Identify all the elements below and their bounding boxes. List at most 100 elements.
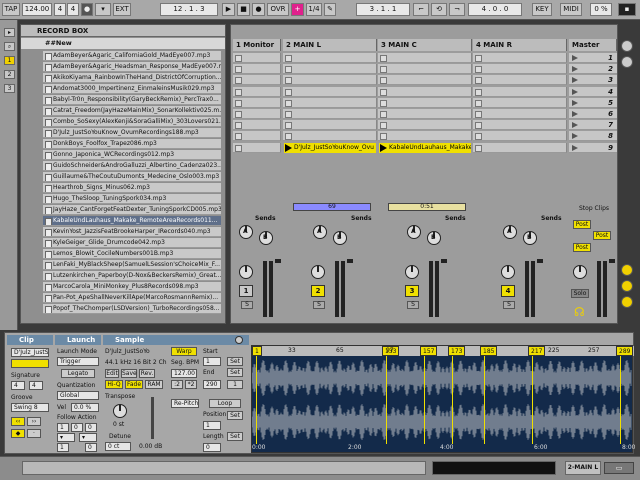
double-tempo-button[interactable]: *2 <box>185 380 197 389</box>
tempo-field[interactable]: 124.00 <box>22 3 52 16</box>
solo-button-4[interactable]: S <box>503 301 515 309</box>
clip-slot[interactable] <box>283 86 377 97</box>
launch-mode-select[interactable]: Trigger <box>57 357 99 366</box>
ext-sync-button[interactable]: EXT <box>113 3 131 16</box>
clip-slot[interactable] <box>378 120 472 131</box>
edit-button[interactable]: Edit <box>105 369 119 378</box>
scene-launch-2[interactable]: 2 <box>569 64 617 75</box>
file-item[interactable]: Gonno_Japonica_WCRecordings012.mp3 <box>43 150 221 160</box>
save-button[interactable]: Save <box>121 369 137 378</box>
track-activator-3[interactable]: 3 <box>405 285 419 297</box>
clip-slot[interactable] <box>473 64 567 75</box>
volume-fader[interactable] <box>275 259 281 263</box>
track-header-3[interactable]: 3 MAIN C <box>378 39 472 51</box>
play-button[interactable]: ▶ <box>222 3 235 16</box>
clip-slot[interactable] <box>283 64 377 75</box>
scene-launch-3[interactable]: 3 <box>569 75 617 86</box>
volume-fader[interactable] <box>537 259 543 263</box>
clip-slot[interactable] <box>378 131 472 142</box>
file-item[interactable]: Guillaume&TheCoutuDumonts_Medecine_Oslo0… <box>43 172 221 182</box>
reverse-button[interactable]: Rev. <box>139 369 155 378</box>
follow-c-field[interactable]: 0 <box>85 423 97 432</box>
scene-launch-8[interactable]: 8 <box>569 131 617 142</box>
warp-marker[interactable]: 1 <box>252 346 262 356</box>
pan-knob[interactable] <box>239 265 253 279</box>
file-item[interactable]: Hugo_TheSloop_TuningSpork034.mp3 <box>43 194 221 204</box>
half-tempo-button[interactable]: :2 <box>171 380 183 389</box>
fine-button[interactable]: · <box>27 429 41 438</box>
solo-cue-button[interactable]: Solo <box>571 289 589 298</box>
file-item[interactable]: AdamBeyer&Agaric_Headsman_Response_MadEy… <box>43 62 221 72</box>
sample-waveform-display[interactable]: 1 133 157 173 185 217 289 33 65 97 225 257 0:00 2:00… <box>251 345 635 453</box>
warp-marker[interactable]: 185 <box>480 346 498 356</box>
loop-switch-icon[interactable]: ⟲ <box>431 3 447 16</box>
clip-slot[interactable] <box>233 120 281 131</box>
track-delay-toggle-icon[interactable] <box>621 296 633 308</box>
key-map-button[interactable]: KEY <box>532 3 552 16</box>
track-header-2[interactable]: 2 MAIN L <box>283 39 377 51</box>
file-item[interactable]: Pan-Pot_ApeShallNeverKillApe(MarcoRosman… <box>43 293 221 303</box>
beat-ruler[interactable]: 1 133 157 173 185 217 289 33 65 97 225 257 <box>252 346 634 356</box>
file-item[interactable]: AdamBeyer&Agaric_CaliforniaGold_MadEye00… <box>43 51 221 61</box>
folder-1-icon[interactable]: 1 <box>4 56 15 65</box>
clip-slot[interactable] <box>473 86 567 97</box>
file-item[interactable]: KevinYost_JazzisFeatBrookeHarper_IRecord… <box>43 227 221 237</box>
clip-slot[interactable] <box>283 131 377 142</box>
track-activator-4[interactable]: 4 <box>501 285 515 297</box>
position-set-button[interactable]: Set <box>227 411 243 420</box>
clip-slot[interactable] <box>473 53 567 63</box>
clip-slot[interactable] <box>473 142 567 153</box>
loop-start-field[interactable]: 3 . 1 . 1 <box>356 3 410 16</box>
clip-slot-playing-2[interactable]: D'Julz_JustSoYouKnow_Ovu <box>284 143 376 153</box>
follow-a-field[interactable]: 1 <box>57 423 69 432</box>
fade-button[interactable]: Fade <box>125 380 143 389</box>
legato-button[interactable]: Legato <box>61 369 95 378</box>
file-item[interactable]: Babyl-Tr0n_Responsibility(GaryBeckRemix)… <box>43 95 221 105</box>
track-header-1[interactable]: 1 Monitor <box>233 39 281 51</box>
master-header[interactable]: Master <box>569 39 617 51</box>
punch-out-icon[interactable]: ¬ <box>449 3 465 16</box>
clip-slot[interactable] <box>283 120 377 131</box>
clip-slot[interactable] <box>378 75 472 86</box>
follow-action-a-select[interactable]: ▾ <box>57 433 75 442</box>
pan-knob[interactable] <box>405 265 419 279</box>
velocity-field[interactable]: 0.0 % <box>71 403 99 412</box>
length-set-button[interactable]: Set <box>227 432 243 441</box>
scene-launch-7[interactable]: 7 <box>569 120 617 131</box>
follow-button[interactable]: + <box>291 3 304 16</box>
solo-button-1[interactable]: S <box>241 301 253 309</box>
clip-slot[interactable] <box>233 131 281 142</box>
track-header-4[interactable]: 4 MAIN R <box>473 39 567 51</box>
signature-denominator[interactable]: 4 <box>67 3 79 16</box>
clip-slot[interactable] <box>473 109 567 119</box>
clip-slot[interactable] <box>473 131 567 142</box>
clip-slot[interactable] <box>473 120 567 131</box>
file-item[interactable]: Lemos_Blowit_CocileNumbers001B.mp3 <box>43 249 221 259</box>
headphone-icon[interactable]: ☊ <box>574 305 585 319</box>
folder-item[interactable]: ##New <box>21 38 225 49</box>
song-position-field[interactable]: 12 . 1 . 3 <box>160 3 218 16</box>
scene-launch-1[interactable]: 1 <box>569 53 617 63</box>
volume-fader[interactable] <box>609 259 615 263</box>
seg-bpm-field[interactable]: 127.00 <box>171 369 197 378</box>
file-item[interactable]: Andomat3000_Impertinenz_EinmaleinsMusik0… <box>43 84 221 94</box>
volume-fader[interactable] <box>347 259 353 263</box>
clip-slot[interactable] <box>233 109 281 119</box>
clip-slot[interactable] <box>233 97 281 108</box>
clip-slot[interactable] <box>378 53 472 63</box>
track-activator-1[interactable]: 1 <box>239 285 253 297</box>
clip-name-field[interactable]: D'Julz_JustS <box>11 348 49 357</box>
file-item[interactable]: Lutzenkirchen_Paperboy(D-Nox&BeckersRemi… <box>43 271 221 281</box>
scene-launch-6[interactable]: 6 <box>569 109 617 119</box>
clip-slot[interactable] <box>473 75 567 86</box>
record-button[interactable]: ● <box>252 3 265 16</box>
clip-slot[interactable] <box>473 97 567 108</box>
file-item[interactable]: LenFaki_MyBlackSheep(SamuelLSession'sCho… <box>43 260 221 270</box>
end-nudge-button[interactable]: 1 <box>227 380 243 389</box>
clip-slot[interactable] <box>233 53 281 63</box>
file-item[interactable]: DonkBoys_Foolfox_Trapez086.mp3 <box>43 139 221 149</box>
clip-sig-denominator[interactable]: 4 <box>29 381 43 390</box>
clip-slot[interactable] <box>233 86 281 97</box>
hiq-button[interactable]: Hi-Q <box>105 380 123 389</box>
end-set-button[interactable]: Set <box>227 368 243 377</box>
